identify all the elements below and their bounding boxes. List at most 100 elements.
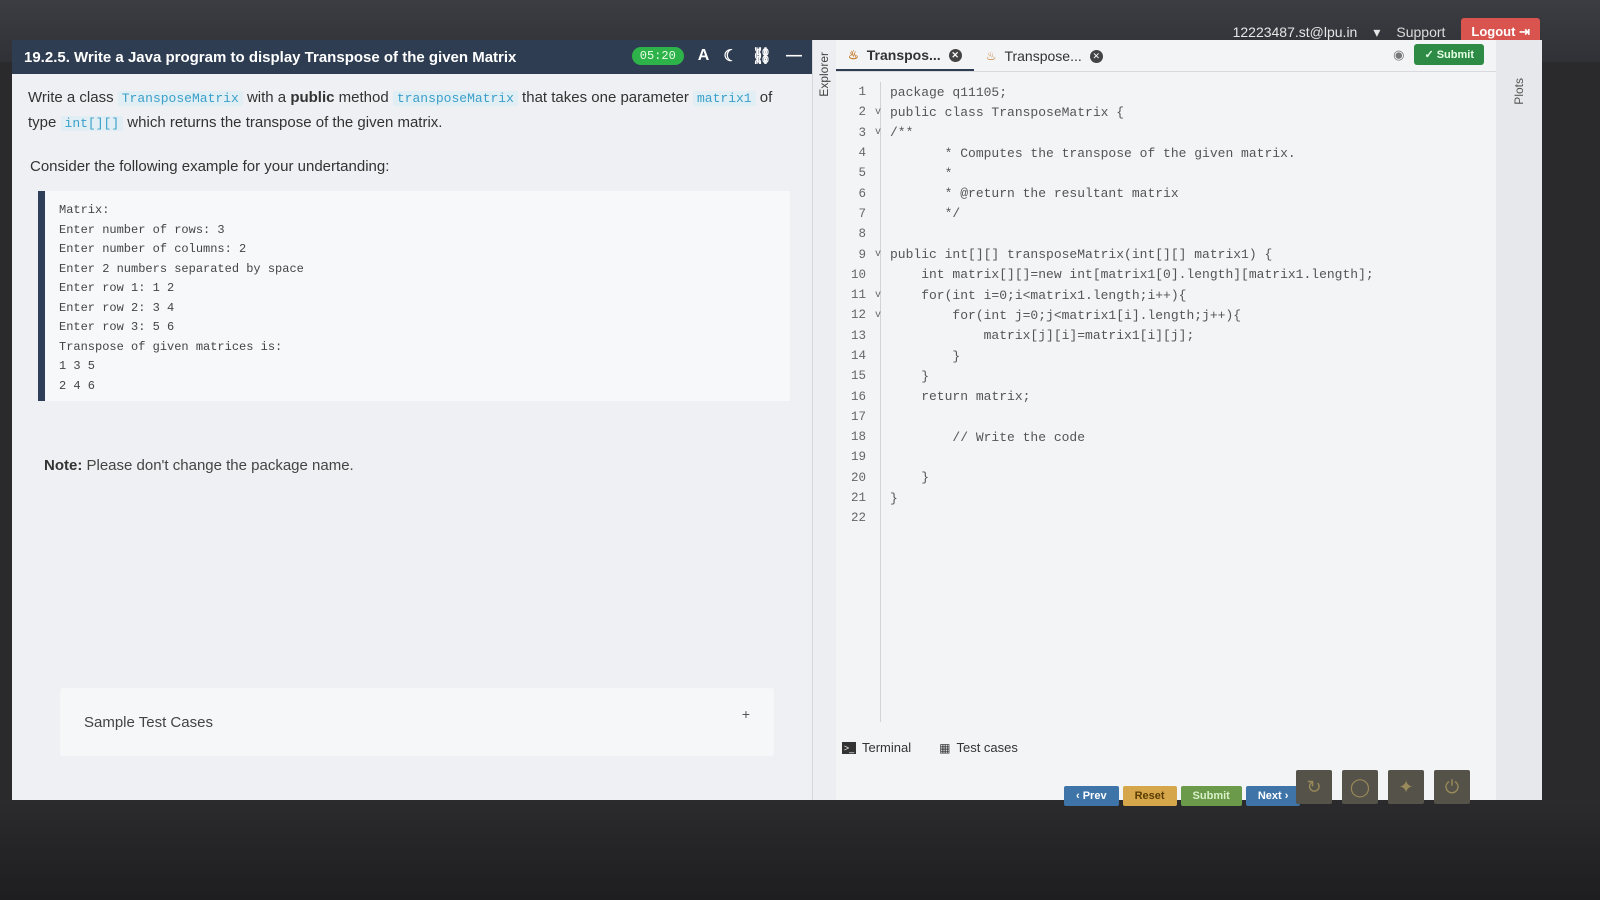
code-line[interactable]: 8 — [836, 224, 1496, 244]
test-cases-tab[interactable]: ▦ Test cases — [939, 740, 1018, 755]
power-icon[interactable]: ⏻ — [1434, 770, 1470, 804]
code-text: } — [890, 470, 930, 486]
code-text: /** — [890, 125, 914, 141]
submit-button[interactable]: ✓ Submit — [1414, 44, 1484, 65]
next-button[interactable]: Next › — [1245, 786, 1301, 806]
fold-chevron-icon[interactable]: v — [866, 310, 890, 321]
code-text: package q11105; — [890, 84, 1008, 100]
fold-chevron-icon[interactable]: v — [866, 127, 890, 138]
code-text: * @return the resultant matrix — [890, 186, 1179, 202]
example-box: Matrix: Enter number of rows: 3 Enter nu… — [38, 191, 790, 401]
note: Note: Please don't change the package na… — [12, 401, 812, 474]
editor-tab[interactable]: ♨ Transpos... ✕ — [836, 41, 974, 71]
code-line[interactable]: 12 v for(int j=0;j<matrix1[i].length;j++)… — [836, 305, 1496, 325]
line-number: 6 — [858, 186, 866, 201]
fold-chevron-icon[interactable]: v — [866, 290, 890, 301]
settings-icon[interactable]: ◉ — [1393, 47, 1404, 63]
line-number: 3 — [858, 125, 866, 140]
submit-bottom-button[interactable]: Submit — [1180, 786, 1242, 806]
reset-button[interactable]: Reset — [1122, 786, 1177, 806]
font-size-icon[interactable]: A — [698, 47, 710, 65]
chevron-down-icon[interactable]: ▾ — [1373, 24, 1380, 41]
sample-test-cases-panel[interactable]: Sample Test Cases + — [60, 688, 774, 756]
code-line[interactable]: 4 * Computes the transpose of the given … — [836, 143, 1496, 163]
prev-button[interactable]: ‹ Prev — [1064, 786, 1119, 806]
code-area[interactable]: 1 package q11105; 2 v public class Transpose… — [836, 82, 1496, 722]
minimize-icon[interactable]: — — [786, 47, 802, 65]
refresh-icon[interactable]: ↻ — [1296, 770, 1332, 804]
editor-actions: ◉ ✓ Submit — [1393, 44, 1484, 65]
code-line[interactable]: 2 v public class TransposeMatrix { — [836, 102, 1496, 122]
line-number: 16 — [850, 389, 866, 404]
code-text: matrix[j][i]=matrix1[i][j]; — [890, 328, 1195, 344]
code-line[interactable]: 5 * — [836, 163, 1496, 183]
fold-chevron-icon[interactable]: v — [866, 107, 890, 118]
code-line[interactable]: 18 // Write the code — [836, 427, 1496, 447]
code-line[interactable]: 22 — [836, 508, 1496, 528]
code-line[interactable]: 13 matrix[j][i]=matrix1[i][j]; — [836, 326, 1496, 346]
code-line[interactable]: 11 v for(int i=0;i<matrix1.length;i++){ — [836, 285, 1496, 305]
lightbulb-icon[interactable]: ✦ — [1388, 770, 1424, 804]
question-description: Write a class TransposeMatrix with a pub… — [12, 74, 812, 136]
explorer-rail[interactable]: Explorer — [812, 40, 836, 800]
desc-text: Write a class — [28, 89, 118, 106]
navigation-buttons: ‹ Prev Reset Submit Next › — [1064, 786, 1301, 806]
line-number: 8 — [858, 227, 866, 242]
explorer-label[interactable]: Explorer — [817, 52, 831, 97]
line-number: 10 — [850, 267, 866, 282]
class-name-code: TransposeMatrix — [117, 91, 243, 106]
code-line[interactable]: 15 } — [836, 366, 1496, 386]
param-name-code: matrix1 — [693, 91, 756, 106]
java-file-icon: ♨ — [985, 49, 997, 63]
plots-rail[interactable]: Plots — [1496, 40, 1542, 800]
line-number: 20 — [850, 470, 866, 485]
circle-icon[interactable]: ◯ — [1342, 770, 1378, 804]
code-editor: ♨ Transpos... ✕ ♨ Transpose... ✕ ◉ ✓ Sub… — [836, 40, 1496, 800]
link-icon[interactable]: ⛓ — [752, 46, 772, 66]
code-text: public class TransposeMatrix { — [890, 104, 1125, 120]
code-line[interactable]: 20 } — [836, 468, 1496, 488]
code-line[interactable]: 9 v public int[][] transposeMatrix(int[][]… — [836, 244, 1496, 264]
tab-label: Transpos... — [866, 47, 941, 63]
support-link[interactable]: Support — [1396, 24, 1445, 40]
code-line[interactable]: 1 package q11105; — [836, 82, 1496, 102]
expand-plus-icon[interactable]: + — [742, 706, 750, 722]
close-icon[interactable]: ✕ — [948, 48, 962, 62]
code-text: for(int j=0;j<matrix1[i].length;j++){ — [890, 307, 1242, 323]
terminal-icon: >_ — [842, 741, 856, 754]
code-line[interactable]: 3 v/** — [836, 123, 1496, 143]
code-line[interactable]: 14 } — [836, 346, 1496, 366]
sample-test-cases-label: Sample Test Cases — [84, 713, 213, 731]
desc-public: public — [290, 89, 335, 106]
consider-text: Consider the following example for your … — [30, 158, 390, 175]
close-icon[interactable]: ✕ — [1089, 49, 1103, 63]
test-cases-label: Test cases — [956, 740, 1018, 755]
desc-text: with a — [242, 89, 291, 106]
code-line[interactable]: 10 int matrix[][]=new int[matrix1[0].len… — [836, 265, 1496, 285]
submit-check-icon: ✓ — [1424, 49, 1434, 61]
code-line[interactable]: 6 * @return the resultant matrix — [836, 183, 1496, 203]
line-number: 17 — [850, 409, 866, 424]
line-number: 19 — [850, 450, 866, 465]
line-number: 11 — [850, 288, 866, 303]
line-number: 4 — [858, 146, 866, 161]
terminal-tab[interactable]: >_ Terminal — [842, 740, 911, 755]
dark-mode-icon[interactable]: ☾ — [723, 46, 737, 66]
code-line[interactable]: 21} — [836, 488, 1496, 508]
code-line[interactable]: 7 */ — [836, 204, 1496, 224]
code-line[interactable]: 17 — [836, 407, 1496, 427]
code-text: return matrix; — [890, 389, 1031, 405]
param-type-code: int[][] — [60, 116, 124, 131]
code-text: // Write the code — [890, 429, 1086, 445]
code-text: */ — [890, 206, 961, 222]
plots-label[interactable]: Plots — [1512, 78, 1526, 105]
code-line[interactable]: 19 — [836, 447, 1496, 467]
code-text: } — [890, 490, 898, 506]
user-email-menu[interactable]: 12223487.st@lpu.in — [1233, 24, 1358, 40]
code-text: int matrix[][]=new int[matrix1[0].length… — [890, 267, 1374, 283]
code-line[interactable]: 16 return matrix; — [836, 386, 1496, 406]
fold-chevron-icon[interactable]: v — [866, 249, 890, 260]
code-text: for(int i=0;i<matrix1.length;i++){ — [890, 287, 1187, 303]
method-name-code: transposeMatrix — [392, 91, 518, 106]
editor-tab[interactable]: ♨ Transpose... ✕ — [974, 41, 1115, 71]
